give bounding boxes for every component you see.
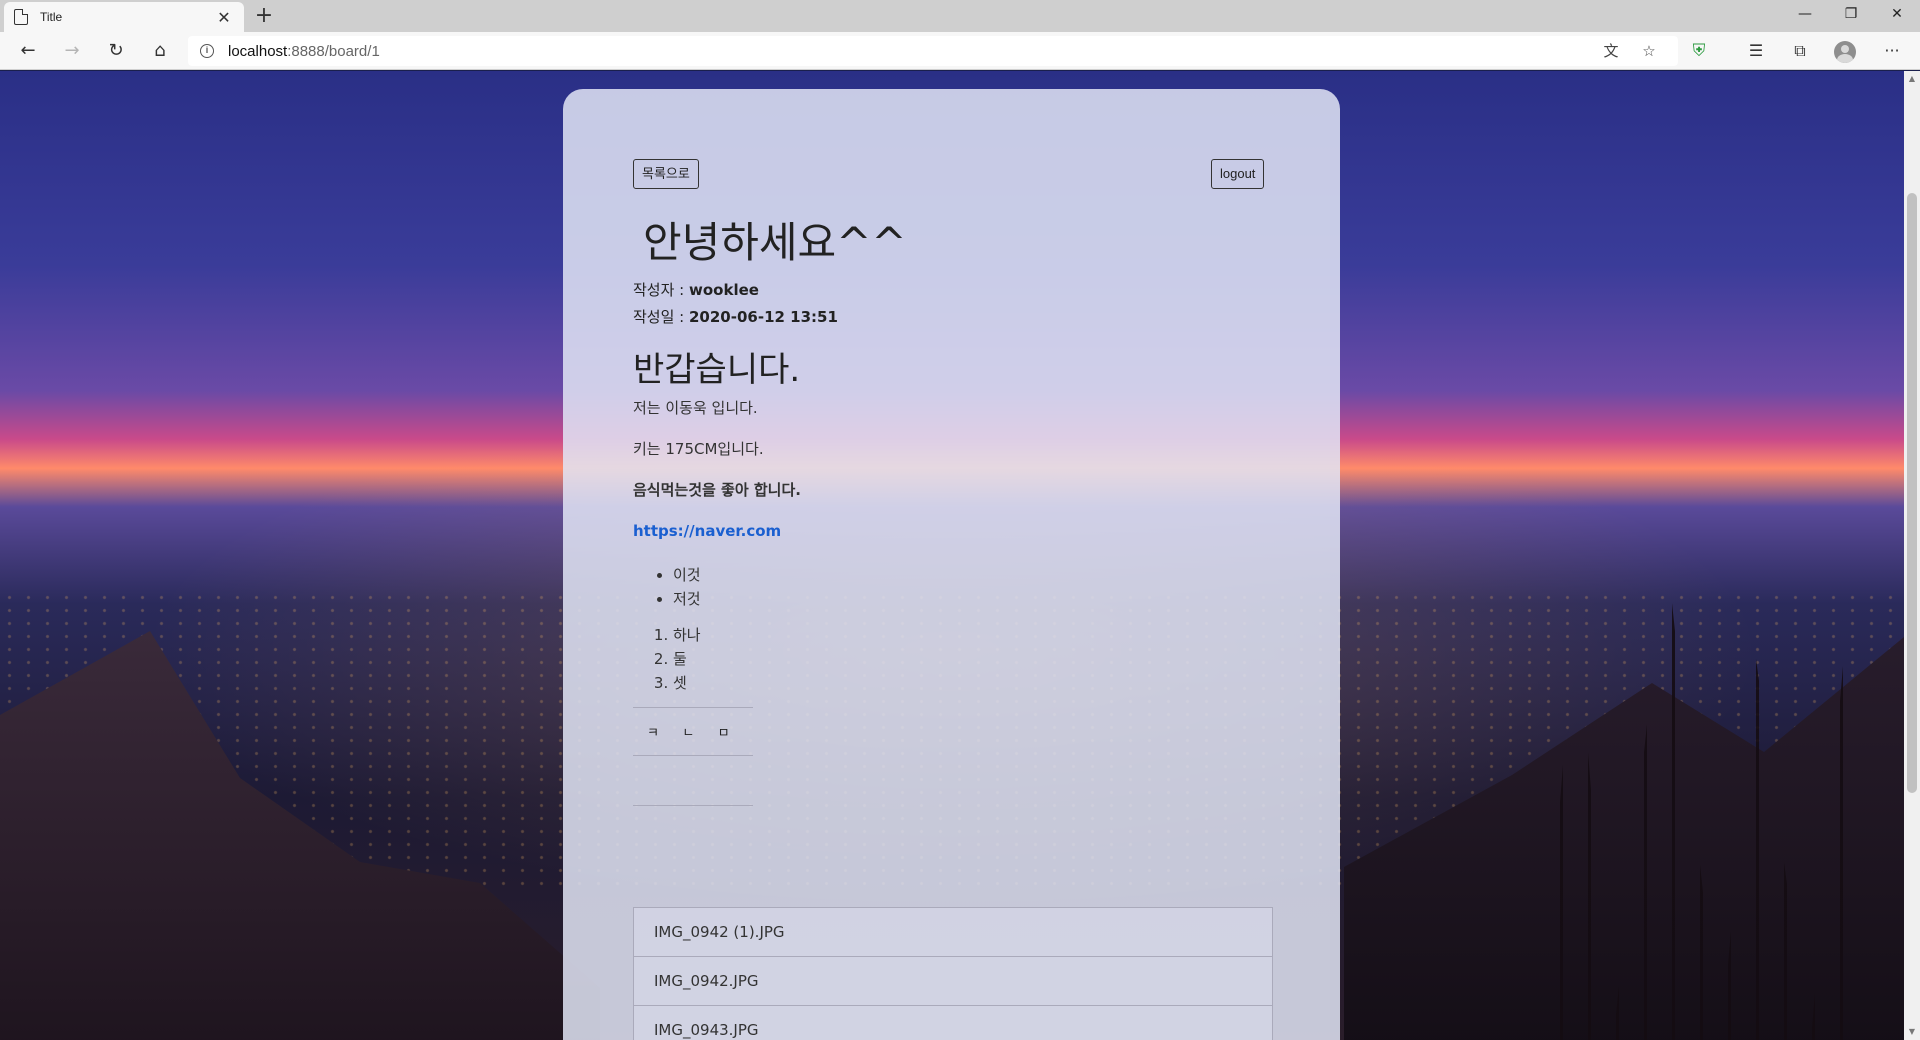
attachment-item[interactable]: IMG_0942 (1).JPG: [634, 908, 1272, 957]
table-row: ㅋ ㄴ ㅁ: [633, 708, 753, 756]
more-menu-icon[interactable]: ···: [1878, 37, 1906, 65]
list-item: 셋: [673, 671, 1273, 695]
bullet-list: 이것 저것: [673, 563, 1273, 611]
content-bold-paragraph: 음식먹는것을 좋아 합니다.: [633, 481, 801, 499]
profile-avatar[interactable]: [1834, 41, 1856, 63]
content-table: ㅋ ㄴ ㅁ: [633, 707, 753, 806]
table-cell: ㅁ: [717, 726, 730, 741]
post-content: 반갑습니다. 저는 이동욱 입니다. 키는 175CM입니다. 음식먹는것을 좋…: [633, 342, 1273, 806]
tab-bar: Title ✕ + — ❐ ✕: [0, 0, 1920, 32]
list-item: 저것: [673, 587, 1273, 611]
scroll-thumb[interactable]: [1907, 193, 1917, 793]
back-button[interactable]: ←: [14, 37, 42, 65]
info-icon[interactable]: i: [200, 44, 214, 58]
content-paragraph: 키는 175CM입니다.: [633, 440, 764, 458]
content-heading: 반갑습니다.: [633, 350, 801, 390]
list-item: 둘: [673, 647, 1273, 671]
numbered-list: 하나 둘 셋: [673, 623, 1273, 695]
shield-extension-icon[interactable]: ⛨: [1685, 37, 1713, 65]
browser-toolbar: ← → ↻ ⌂ i localhost:8888/board/1 文 ☆ ⛨ ☰…: [0, 32, 1920, 70]
table-cell: ㅋ: [647, 726, 659, 741]
forward-button[interactable]: →: [58, 37, 86, 65]
close-tab-icon[interactable]: ✕: [214, 8, 234, 27]
logout-button[interactable]: logout: [1211, 159, 1265, 189]
attachment-list: IMG_0942 (1).JPG IMG_0942.JPG IMG_0943.J…: [633, 907, 1273, 1040]
post-card: 목록으로 logout 안녕하세요^^ 작성자 : wooklee 작성일 : …: [563, 89, 1340, 1040]
post-title: 안녕하세요^^: [643, 218, 907, 267]
list-item: 이것: [673, 563, 1273, 587]
new-tab-button[interactable]: +: [252, 4, 276, 28]
attachment-item[interactable]: IMG_0943.JPG: [634, 1006, 1272, 1040]
date-line: 작성일 : 2020-06-12 13:51: [633, 308, 838, 326]
page-icon: [14, 9, 28, 25]
attachment-item[interactable]: IMG_0942.JPG: [634, 957, 1272, 1006]
scroll-up-icon[interactable]: ▲: [1904, 71, 1920, 87]
content-link[interactable]: https://naver.com: [633, 522, 781, 540]
post-date: 2020-06-12 13:51: [689, 308, 838, 326]
author-name: wooklee: [689, 281, 759, 299]
translate-icon[interactable]: 文: [1600, 40, 1622, 62]
address-bar[interactable]: i localhost:8888/board/1 文 ☆: [188, 36, 1678, 66]
list-item: 하나: [673, 623, 1273, 647]
favorite-star-icon[interactable]: ☆: [1638, 40, 1660, 62]
back-to-list-button[interactable]: 목록으로: [633, 159, 699, 189]
page-scrollbar[interactable]: ▲ ▼: [1904, 71, 1920, 1040]
minimize-button[interactable]: —: [1782, 0, 1828, 32]
author-line: 작성자 : wooklee: [633, 281, 759, 299]
refresh-button[interactable]: ↻: [102, 37, 130, 65]
favorites-icon[interactable]: ☰: [1742, 37, 1770, 65]
collections-icon[interactable]: ⧉: [1786, 37, 1814, 65]
url-text: localhost:8888/board/1: [228, 42, 380, 60]
table-cell: ㄴ: [682, 726, 695, 741]
browser-tab[interactable]: Title ✕: [4, 2, 244, 32]
restore-button[interactable]: ❐: [1828, 0, 1874, 32]
close-window-button[interactable]: ✕: [1874, 0, 1920, 32]
scroll-down-icon[interactable]: ▼: [1904, 1024, 1920, 1040]
content-paragraph: 저는 이동욱 입니다.: [633, 399, 758, 417]
tab-title: Title: [40, 10, 63, 24]
home-button[interactable]: ⌂: [146, 37, 174, 65]
table-row: [633, 756, 753, 806]
